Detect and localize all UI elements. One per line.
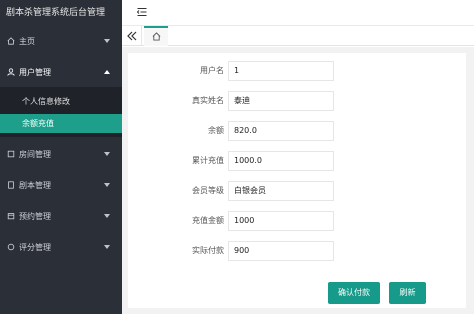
confirm-payment-button[interactable]: 确认付款 [328, 282, 380, 304]
sidebar-item-home[interactable]: 主页 [0, 32, 122, 50]
username-field[interactable]: 1 [228, 61, 334, 81]
user-icon [6, 68, 16, 76]
top-header [122, 0, 474, 26]
chevron-down-icon [104, 214, 110, 218]
sidebar-item-label: 用户管理 [19, 67, 51, 77]
main-content: 用户名 1 真实姓名 泰迪 余额 820.0 累计充值 1000.0 会员等级 … [122, 47, 474, 314]
field-label: 用户名 [200, 66, 224, 75]
sidebar-item-rooms[interactable]: 房间管理 [0, 145, 122, 163]
refresh-button[interactable]: 刷新 [389, 282, 426, 304]
sidebar-item-scripts[interactable]: 剧本管理 [0, 176, 122, 194]
form-row-realname: 真实姓名 泰迪 [128, 91, 466, 111]
recharge-amount-field[interactable]: 1000 [228, 211, 334, 231]
reservation-icon [6, 212, 16, 220]
sidebar-item-label: 评分管理 [19, 242, 51, 252]
chevron-down-icon [104, 39, 110, 43]
realname-field[interactable]: 泰迪 [228, 91, 334, 111]
double-chevron-left-icon[interactable] [126, 30, 138, 42]
sidebar-subitem-profile[interactable]: 个人信息修改 [0, 92, 122, 111]
sidebar-subitem-recharge[interactable]: 余额充值 [0, 114, 122, 133]
chevron-down-icon [104, 152, 110, 156]
menu-fold-icon[interactable] [136, 7, 147, 17]
app-title: 剧本杀管理系统后台管理 [6, 8, 106, 18]
sidebar-item-reservations[interactable]: 预约管理 [0, 207, 122, 225]
room-icon [6, 150, 16, 158]
sidebar-item-label: 房间管理 [19, 149, 51, 159]
sidebar: 剧本杀管理系统后台管理 主页 用户管理 个人信息修改 余额充值 房间管理 剧本管… [0, 0, 122, 314]
balance-field[interactable]: 820.0 [228, 121, 334, 141]
sidebar-item-user-management[interactable]: 用户管理 [0, 63, 122, 81]
chevron-down-icon [104, 183, 110, 187]
total-recharge-field[interactable]: 1000.0 [228, 151, 334, 171]
member-level-field[interactable]: 白银会员 [228, 181, 334, 201]
sidebar-item-ratings[interactable]: 评分管理 [0, 238, 122, 256]
actual-payment-field[interactable]: 900 [228, 241, 334, 261]
chevron-down-icon [104, 245, 110, 249]
field-label: 余额 [208, 126, 224, 135]
field-label: 真实姓名 [192, 96, 224, 105]
home-icon [152, 31, 161, 43]
form-row-username: 用户名 1 [128, 61, 466, 81]
form-row-total-recharge: 累计充值 1000.0 [128, 151, 466, 171]
sidebar-item-label: 预约管理 [19, 211, 51, 221]
field-label: 充值金额 [192, 216, 224, 225]
tab-home[interactable] [144, 26, 168, 46]
field-label: 累计充值 [192, 156, 224, 165]
field-label: 实际付款 [192, 246, 224, 255]
field-label: 会员等级 [192, 186, 224, 195]
form-row-member-level: 会员等级 白银会员 [128, 181, 466, 201]
chevron-up-icon [104, 70, 110, 74]
sidebar-item-label: 主页 [19, 36, 35, 46]
recharge-form: 用户名 1 真实姓名 泰迪 余额 820.0 累计充值 1000.0 会员等级 … [128, 53, 466, 308]
home-icon [6, 37, 16, 45]
form-row-actual-payment: 实际付款 900 [128, 241, 466, 261]
rating-icon [6, 243, 16, 251]
script-icon [6, 181, 16, 189]
tab-divider [141, 26, 142, 46]
sidebar-item-label: 剧本管理 [19, 180, 51, 190]
form-row-balance: 余额 820.0 [128, 121, 466, 141]
form-row-recharge-amount: 充值金额 1000 [128, 211, 466, 231]
tab-bar [122, 26, 474, 46]
